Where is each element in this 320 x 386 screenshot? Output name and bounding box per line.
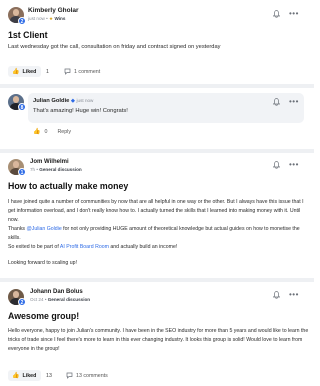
comment-actions: 👍 0 Reply <box>33 128 71 136</box>
post-body: I have joined quite a number of communit… <box>8 198 310 268</box>
thumbs-up-icon[interactable]: 👍 <box>33 128 40 135</box>
post-time: just now <box>28 16 45 21</box>
comment-count-label: 13 comments <box>76 372 108 379</box>
author-name[interactable]: Kimberly Gholar <box>28 7 79 14</box>
comment-time: just now <box>76 98 94 103</box>
more-options-icon[interactable]: ••• <box>289 10 299 18</box>
comment-author[interactable]: Julian Goldie ◆ just now <box>33 98 93 104</box>
liked-label: Liked <box>22 68 37 75</box>
post-paragraph: So exited to be part of AI Profit Board … <box>8 244 178 250</box>
liked-button[interactable]: 👍 Liked <box>8 370 42 381</box>
post-card: 2 Johann Dan Bolus Oct 24 • General disc… <box>0 282 314 386</box>
post-meta: just now • ★ Wins <box>28 16 66 21</box>
level-badge: 2 <box>18 298 26 306</box>
room-link[interactable]: AI Profit Board Room <box>60 244 109 250</box>
post-title[interactable]: Awesome group! <box>8 311 79 321</box>
post-card: 1 Jom Wilhelmi 7h • General discussion •… <box>0 153 314 275</box>
bell-icon[interactable] <box>273 161 280 169</box>
post-time: Oct 24 <box>30 297 44 302</box>
post-body: Hello everyone, happy to join Julian's c… <box>8 328 309 353</box>
post-card: 2 Kimberly Gholar just now • ★ Wins ••• … <box>0 0 314 88</box>
comment-like-count: 0 <box>44 128 48 135</box>
user-mention-link[interactable]: @Julian Goldie <box>26 226 61 232</box>
post-paragraph: Looking forward to scaling up! <box>8 260 77 266</box>
comment-icon <box>66 372 73 379</box>
bell-icon[interactable] <box>273 98 280 106</box>
level-badge: 1 <box>18 168 26 176</box>
comment-count-label: 1 comment <box>74 68 101 75</box>
liked-label: Liked <box>22 372 37 379</box>
reply-button[interactable]: Reply <box>57 129 71 135</box>
thumbs-up-icon: 👍 <box>12 69 20 75</box>
more-options-icon[interactable]: ••• <box>289 291 299 299</box>
post-title[interactable]: 1st Client <box>8 30 48 40</box>
liked-button[interactable]: 👍 Liked <box>8 66 42 77</box>
comment-count[interactable]: 1 comment <box>64 68 100 75</box>
trophy-icon: ★ <box>49 16 54 21</box>
comment-count[interactable]: 13 comments <box>66 372 108 379</box>
level-badge: 8 <box>18 103 26 111</box>
post-paragraph: Thanks @Julian Goldie for not only provi… <box>8 226 300 241</box>
verified-icon: ◆ <box>71 98 75 104</box>
comment-text: That's amazing! Huge win! Congrats! <box>33 108 128 114</box>
level-badge: 2 <box>18 17 26 25</box>
author-name[interactable]: Jom Wilhelmi <box>30 159 69 165</box>
post-category[interactable]: Wins <box>54 16 65 21</box>
post-category[interactable]: General discussion <box>48 297 90 302</box>
post-body: Last wednesday got the call, consultatio… <box>8 44 221 50</box>
bell-icon[interactable] <box>273 10 280 18</box>
post-category[interactable]: General discussion <box>39 167 81 172</box>
like-count[interactable]: 1 <box>46 69 49 75</box>
comment-icon <box>64 68 71 75</box>
post-title[interactable]: How to actually make money <box>8 181 128 191</box>
author-name[interactable]: Johann Dan Bolus <box>30 289 83 295</box>
post-time: 7h <box>30 167 36 172</box>
more-options-icon[interactable]: ••• <box>289 98 299 106</box>
thumbs-up-icon: 👍 <box>12 373 20 379</box>
post-paragraph: I have joined quite a number of communit… <box>8 199 304 223</box>
post-meta: Oct 24 • General discussion <box>30 297 91 302</box>
like-count[interactable]: 13 <box>46 373 52 379</box>
bell-icon[interactable] <box>273 291 280 299</box>
comment-card: 8 Julian Goldie ◆ just now That's amazin… <box>0 88 314 148</box>
more-options-icon[interactable]: ••• <box>289 161 299 169</box>
post-meta: 7h • General discussion <box>30 167 82 172</box>
